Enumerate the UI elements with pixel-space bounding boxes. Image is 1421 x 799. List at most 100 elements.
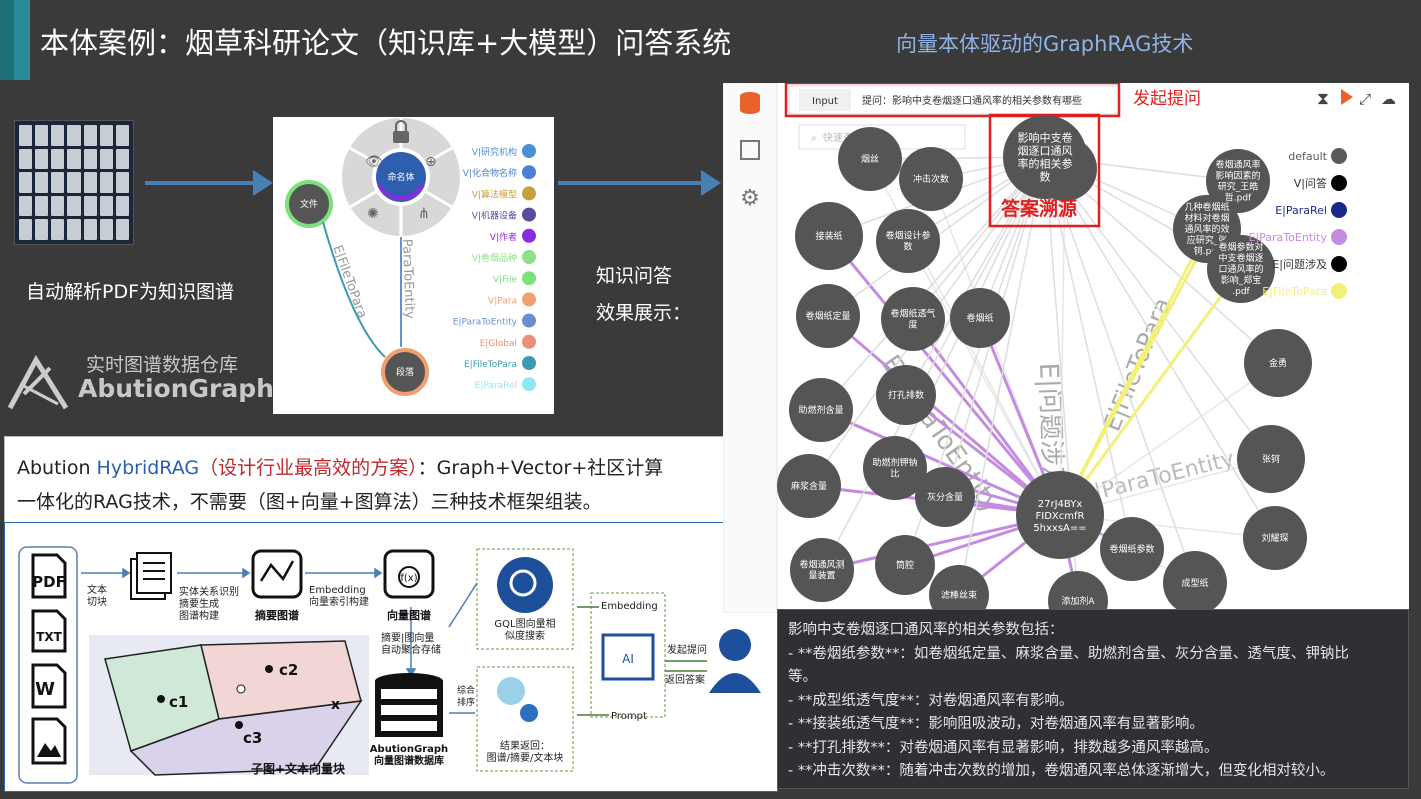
schema-legend-label: V|Para bbox=[488, 296, 517, 306]
center-node-label: 27rJ4BYx FIDXcmfR 5hxxsA== bbox=[1033, 499, 1086, 534]
arrow-head-icon bbox=[701, 170, 721, 196]
schema-legend-label: V|机器设备 bbox=[472, 210, 517, 222]
schema-legend-dot[interactable] bbox=[522, 271, 536, 286]
answer-line: - **接装纸透气度**：影响阻吸波动，对卷烟通风率有显著影响。 bbox=[788, 716, 1204, 732]
page-title: 本体案例：烟草科研论文（知识库+大模型）问答系统 bbox=[40, 26, 732, 60]
schema-legend-dot[interactable] bbox=[522, 356, 536, 370]
store-label: 摘要|图向量自动聚合存储 bbox=[381, 631, 441, 656]
image-file-icon bbox=[31, 717, 67, 765]
pdf-thumbnail bbox=[99, 195, 113, 217]
text-chunk-label: 文本切块 bbox=[87, 583, 107, 608]
svg-text:TXT: TXT bbox=[36, 630, 62, 644]
schema-legend-dot[interactable] bbox=[522, 292, 536, 307]
results-icon bbox=[497, 677, 525, 705]
pdf-thumbnail bbox=[83, 219, 97, 240]
settings-icon[interactable]: ✺ bbox=[367, 206, 379, 222]
question-input[interactable]: 提问：影响中支卷烟逐口通风率的相关参数有哪些 bbox=[862, 94, 1082, 107]
play-icon[interactable] bbox=[1341, 89, 1353, 105]
graph-node-label: 卷烟纸 bbox=[966, 312, 993, 324]
hybrid-line2: 一体化的RAG技术，不需要（图+向量+图算法）三种技术框架组装。 bbox=[17, 491, 602, 513]
graph-legend-dot[interactable] bbox=[1331, 148, 1347, 164]
graph-legend-dot[interactable] bbox=[1331, 229, 1347, 245]
database-icon[interactable] bbox=[740, 92, 760, 114]
para-node-label: 段落 bbox=[396, 366, 414, 378]
graph-svg: ⚙ Input 提问：影响中支卷烟逐口通风率的相关参数有哪些 发起提问 ⧗ ⤢ … bbox=[722, 81, 1396, 631]
pipeline-svg: PDF TXT W 文本切块 实体关系识别摘要生成图谱构建 摘要图谱 Embed… bbox=[18, 546, 761, 784]
cluster-c1-label: c1 bbox=[169, 693, 188, 711]
answer-line: - **打孔排数**：对卷烟通风率有显著影响，排数越多通风率越高。 bbox=[788, 739, 1219, 756]
hybrid-line1: ：Graph+Vector+社区计算 bbox=[417, 457, 664, 479]
svg-text:AI: AI bbox=[622, 652, 634, 666]
pdf-thumbnail bbox=[67, 195, 81, 217]
schema-legend-dot[interactable] bbox=[522, 377, 536, 392]
schema-legend-label: V|研究机构 bbox=[472, 146, 517, 158]
graph-legend-dot[interactable] bbox=[1331, 256, 1347, 272]
pdf-caption: 自动解析PDF为知识图谱 bbox=[26, 281, 235, 303]
hierarchy-icon[interactable]: ⋔ bbox=[418, 206, 430, 222]
pdf-thumbnail bbox=[35, 219, 49, 240]
pdf-thumbnail bbox=[19, 148, 33, 170]
schema-legend-dot[interactable] bbox=[522, 313, 536, 328]
pdf-thumbnail bbox=[99, 148, 113, 170]
schema-legend-dot[interactable] bbox=[522, 186, 536, 201]
fullscreen-icon[interactable]: ⤢ bbox=[1359, 90, 1372, 108]
extract-label: 实体关系识别摘要生成图谱构建 bbox=[179, 585, 239, 622]
schema-legend-label: V|File bbox=[493, 275, 518, 285]
schema-legend-label: E|Global bbox=[480, 339, 517, 349]
pdf-thumbnail bbox=[35, 148, 49, 170]
graph-node-label: 卷烟纸定量 bbox=[805, 310, 850, 322]
ask-label: 发起提问 bbox=[667, 643, 707, 656]
graph-node-label: 麻浆含量 bbox=[791, 480, 827, 492]
schema-legend-dot[interactable] bbox=[522, 250, 536, 264]
graph-node-label: 烟丝 bbox=[861, 153, 879, 165]
pdf-thumbnail bbox=[19, 125, 33, 146]
lock-icon[interactable] bbox=[393, 131, 409, 143]
graph-node[interactable] bbox=[929, 565, 989, 625]
schema-legend-dot[interactable] bbox=[522, 144, 536, 158]
return-answer-label: 返回答案 bbox=[665, 673, 705, 686]
eye-icon[interactable]: 👁 bbox=[365, 154, 383, 170]
arrow-to-graph bbox=[558, 181, 703, 185]
prompt-label: Prompt bbox=[611, 711, 647, 722]
gear-icon[interactable]: ⚙ bbox=[740, 186, 760, 211]
txt-file-icon: TXT bbox=[31, 609, 67, 653]
gql-search-icon bbox=[497, 557, 553, 613]
pdf-thumbnail bbox=[99, 125, 113, 146]
pdf-thumbnail bbox=[67, 148, 81, 170]
pdf-thumbnail bbox=[83, 125, 97, 146]
pdf-thumbnail bbox=[115, 195, 129, 217]
cloud-download-icon[interactable]: ☁ bbox=[1381, 90, 1396, 108]
graph-legend-label: E|ParaToEntity bbox=[1249, 231, 1328, 244]
graph-legend-label: V|问答 bbox=[1294, 176, 1327, 190]
schema-legend-dot[interactable] bbox=[522, 207, 536, 222]
graph-node-label: 金勇 bbox=[1269, 357, 1287, 369]
pdf-thumbnail bbox=[67, 125, 81, 146]
schema-legend-dot[interactable] bbox=[522, 165, 536, 180]
expand-icon[interactable]: ⊕ bbox=[425, 154, 437, 170]
pdf-thumbnail bbox=[99, 219, 113, 240]
hybrid-brand: HybridRAG bbox=[96, 457, 200, 479]
pdf-thumbnail-grid bbox=[14, 120, 134, 245]
edge-label-filetopara: E|FileToPara bbox=[329, 243, 369, 320]
hourglass-icon[interactable]: ⧗ bbox=[1317, 89, 1329, 109]
results-label: 结果返回：图谱/摘要/文本块 bbox=[487, 739, 564, 764]
graph-legend-dot[interactable] bbox=[1331, 175, 1347, 191]
pdf-thumbnail bbox=[67, 219, 81, 240]
graph-node-label: 滤棒丝束 bbox=[941, 589, 977, 601]
pdf-thumbnail bbox=[67, 172, 81, 193]
combined-sort-label: 综合排序 bbox=[457, 684, 475, 708]
pdf-thumbnail bbox=[19, 172, 33, 193]
embedding-label: Embedding bbox=[601, 601, 658, 612]
graph-visualization-panel: ⚙ Input 提问：影响中支卷烟逐口通风率的相关参数有哪些 发起提问 ⧗ ⤢ … bbox=[722, 81, 1409, 631]
schema-legend-dot[interactable] bbox=[522, 228, 536, 243]
pdf-thumbnail bbox=[51, 125, 65, 146]
graph-node-label: 接装纸 bbox=[815, 230, 842, 242]
graph-legend-dot[interactable] bbox=[1331, 202, 1347, 218]
schema-legend-label: E|ParaToEntity bbox=[453, 318, 518, 328]
graph-legend-label: default bbox=[1288, 150, 1327, 163]
hybrid-rag-description: Abution HybridRAG（设计行业最高效的方案）：Graph+Vect… bbox=[4, 436, 734, 524]
pdf-thumbnail bbox=[35, 195, 49, 217]
graph-legend-dot[interactable] bbox=[1331, 283, 1347, 299]
db-name-label: AbutionGraph 向量图谱数据库 bbox=[370, 744, 448, 767]
schema-legend-dot[interactable] bbox=[522, 334, 536, 349]
